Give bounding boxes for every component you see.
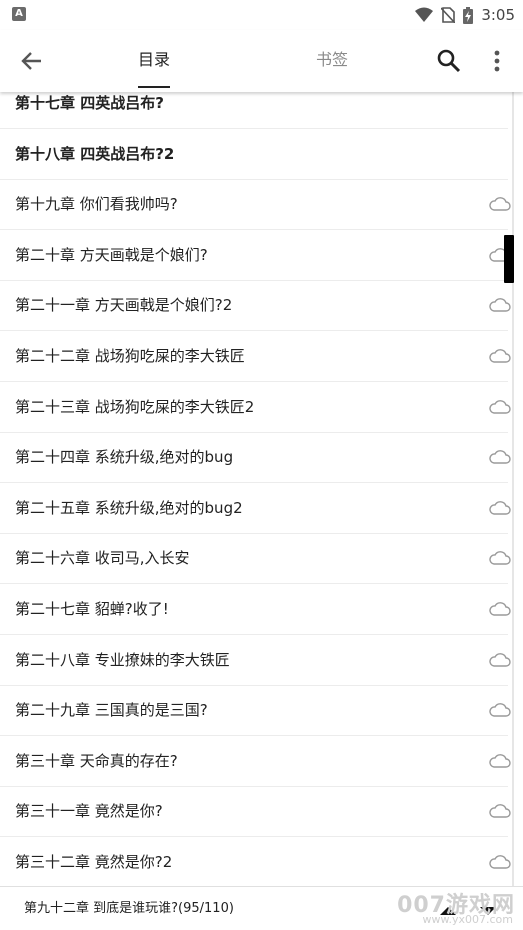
chapter-title: 第三十一章 竟然是你? [15,802,163,821]
chapter-title: 第三十二章 竟然是你?2 [15,853,173,871]
notification-app-icon: A [12,7,26,21]
chapter-title: 第十七章 四英战吕布? [15,94,164,112]
cloud-icon [489,450,511,464]
chapter-list[interactable]: 第十七章 四英战吕布? 第十八章 四英战吕布?2 第十九章 你们看我帅吗? 第二十章 … [0,92,523,886]
tab-bookmarks[interactable]: 书签 [300,30,364,92]
watermark-url: www.yx007.com [422,913,513,926]
chapter-row[interactable]: 第二十八章 专业撩妹的李大铁匠 [0,635,511,686]
arrow-back-icon [21,52,41,70]
chapter-row[interactable]: 第二十七章 貂蝉?收了! [0,584,511,635]
chapter-row[interactable]: 第二十二章 战场狗吃屎的李大铁匠 [0,331,511,382]
chapter-row[interactable]: 第二十章 方天画戟是个娘们? [0,230,511,281]
chapter-row[interactable]: 第三十一章 竟然是你? [0,786,511,838]
tab-bookmarks-label: 书签 [315,50,348,69]
more-options-button[interactable] [486,48,508,74]
search-icon [437,49,461,73]
cloud-icon [489,197,511,211]
cloud-icon [489,500,511,515]
chapter-row[interactable]: 第三十二章 竟然是你?2 [0,837,511,886]
cloud-icon [489,551,511,566]
chapter-title: 第二十一章 方天画戟是个娘们?2 [15,296,233,315]
chapter-row[interactable]: 第二十九章 三国真的是三国? [0,685,511,737]
cloud-icon [489,298,511,313]
chapter-title: 第二十章 方天画戟是个娘们? [15,245,208,264]
cloud-icon [489,399,511,414]
chapter-title: 第二十二章 战场狗吃屎的李大铁匠 [15,347,245,365]
tab-toc-label: 目录 [137,50,170,69]
chapter-title: 第十八章 四英战吕布?2 [15,144,175,163]
cloud-icon [489,602,511,616]
search-button[interactable] [436,48,462,74]
back-button[interactable] [18,47,46,75]
chapter-title: 第二十三章 战场狗吃屎的李大铁匠2 [15,397,255,416]
wifi-icon [415,7,434,23]
more-vert-icon [494,50,500,72]
chapter-row[interactable]: 第二十六章 收司马,入长安 [0,533,511,585]
chapter-row[interactable]: 第十七章 四英战吕布? [0,92,508,129]
chapter-title: 第十九章 你们看我帅吗? [15,195,178,214]
active-tab-indicator [138,86,170,88]
top-toolbar: 目录 书签 [0,30,523,92]
chapter-title: 第二十八章 专业撩妹的李大铁匠 [15,650,230,669]
chapter-title: 第二十五章 系统升级,绝对的bug2 [15,498,243,517]
chapter-title: 第二十四章 系统升级,绝对的bug [15,448,234,467]
chapter-row[interactable]: 第十九章 你们看我帅吗? [0,179,511,231]
status-bar: A 3:05 [0,0,523,30]
scrollbar-track[interactable] [512,92,514,886]
chapter-row[interactable]: 第二十四章 系统升级,绝对的bug [0,432,511,484]
scrollbar-thumb[interactable] [504,235,514,283]
cloud-icon [489,652,511,667]
chapter-row[interactable]: 第二十三章 战场狗吃屎的李大铁匠2 [0,382,511,433]
chapter-row[interactable]: 第三十章 天命真的存在? [0,736,511,787]
no-sim-icon [441,7,456,23]
chapter-title: 第三十章 天命真的存在? [15,751,178,770]
battery-charging-icon [463,6,474,24]
status-icons: 3:05 [415,5,515,25]
current-chapter-progress: 第九十二章 到底是谁玩谁?(95/110) [24,901,234,916]
cloud-icon [489,804,511,819]
current-reading-bar[interactable]: 第九十二章 到底是谁玩谁?(95/110) 007游戏网 www.yx007.c… [0,886,523,930]
cloud-icon [489,855,511,869]
cloud-icon [489,703,511,717]
chapter-title: 第二十六章 收司马,入长安 [15,549,190,568]
chapter-row[interactable]: 第二十一章 方天画戟是个娘们?2 [0,280,511,332]
cloud-icon [489,349,511,363]
chapter-row[interactable]: 第十八章 四英战吕布?2 [0,129,508,180]
chapter-row[interactable]: 第二十五章 系统升级,绝对的bug2 [0,483,511,534]
chapter-title: 第二十七章 貂蝉?收了! [15,600,169,618]
cloud-icon [489,753,511,768]
chapter-title: 第二十九章 三国真的是三国? [15,701,208,720]
tab-table-of-contents[interactable]: 目录 [120,30,188,92]
clock-time: 3:05 [481,6,515,24]
